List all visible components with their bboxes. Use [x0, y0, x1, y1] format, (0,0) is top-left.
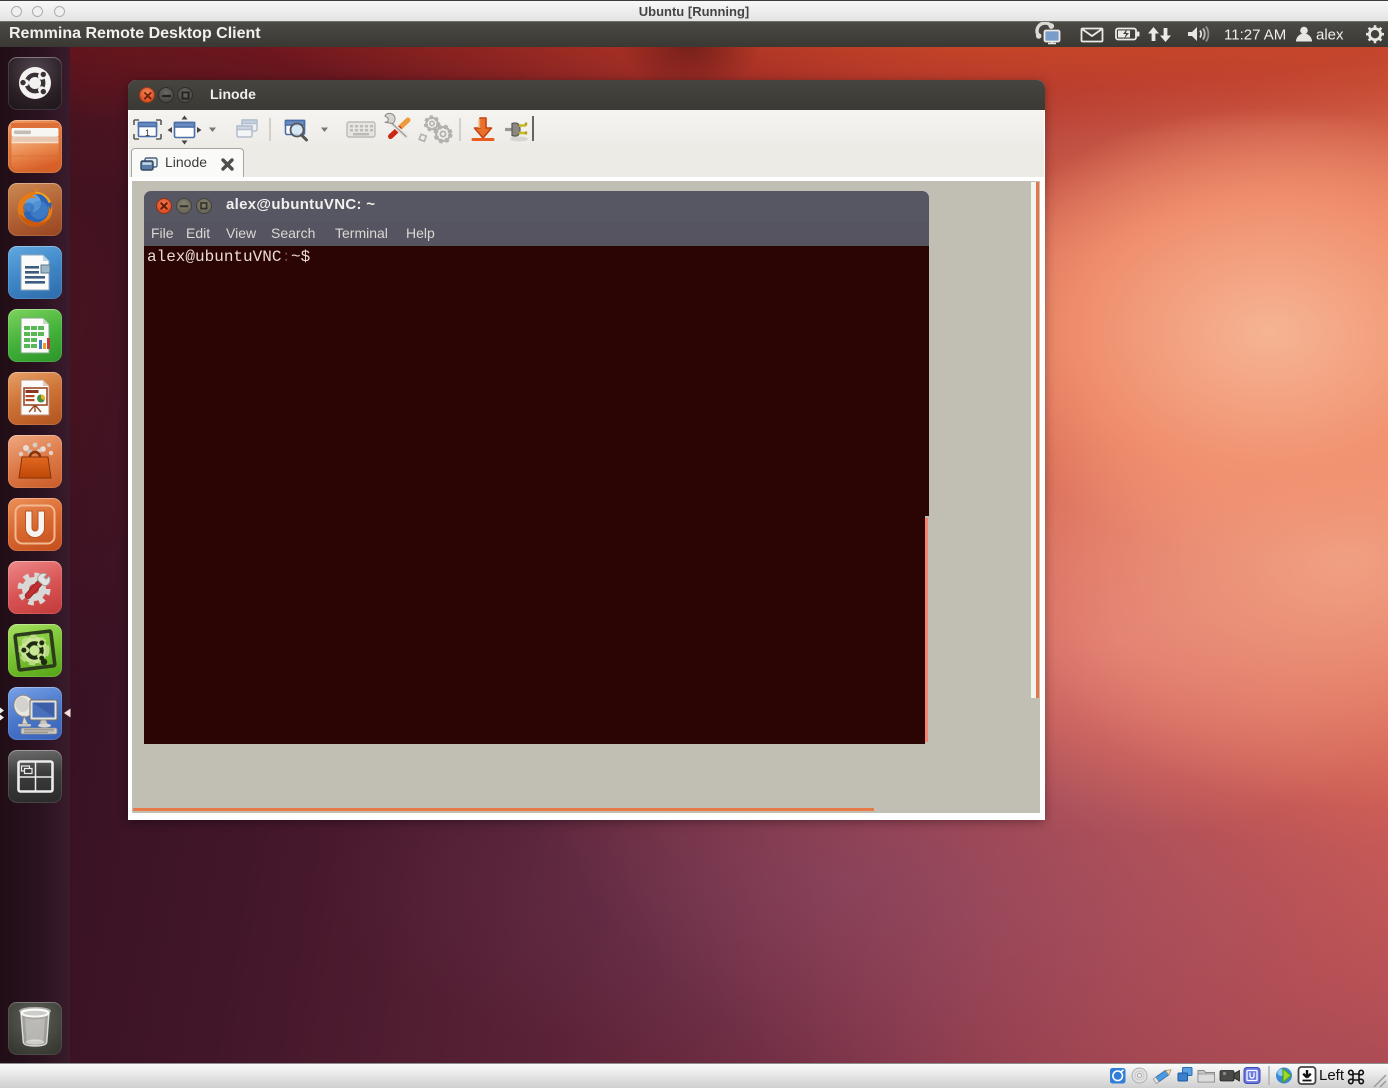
svg-text:1: 1	[145, 128, 150, 138]
svg-text:11:27 AM: 11:27 AM	[1224, 27, 1286, 44]
svg-text:alex: alex	[1316, 27, 1344, 44]
